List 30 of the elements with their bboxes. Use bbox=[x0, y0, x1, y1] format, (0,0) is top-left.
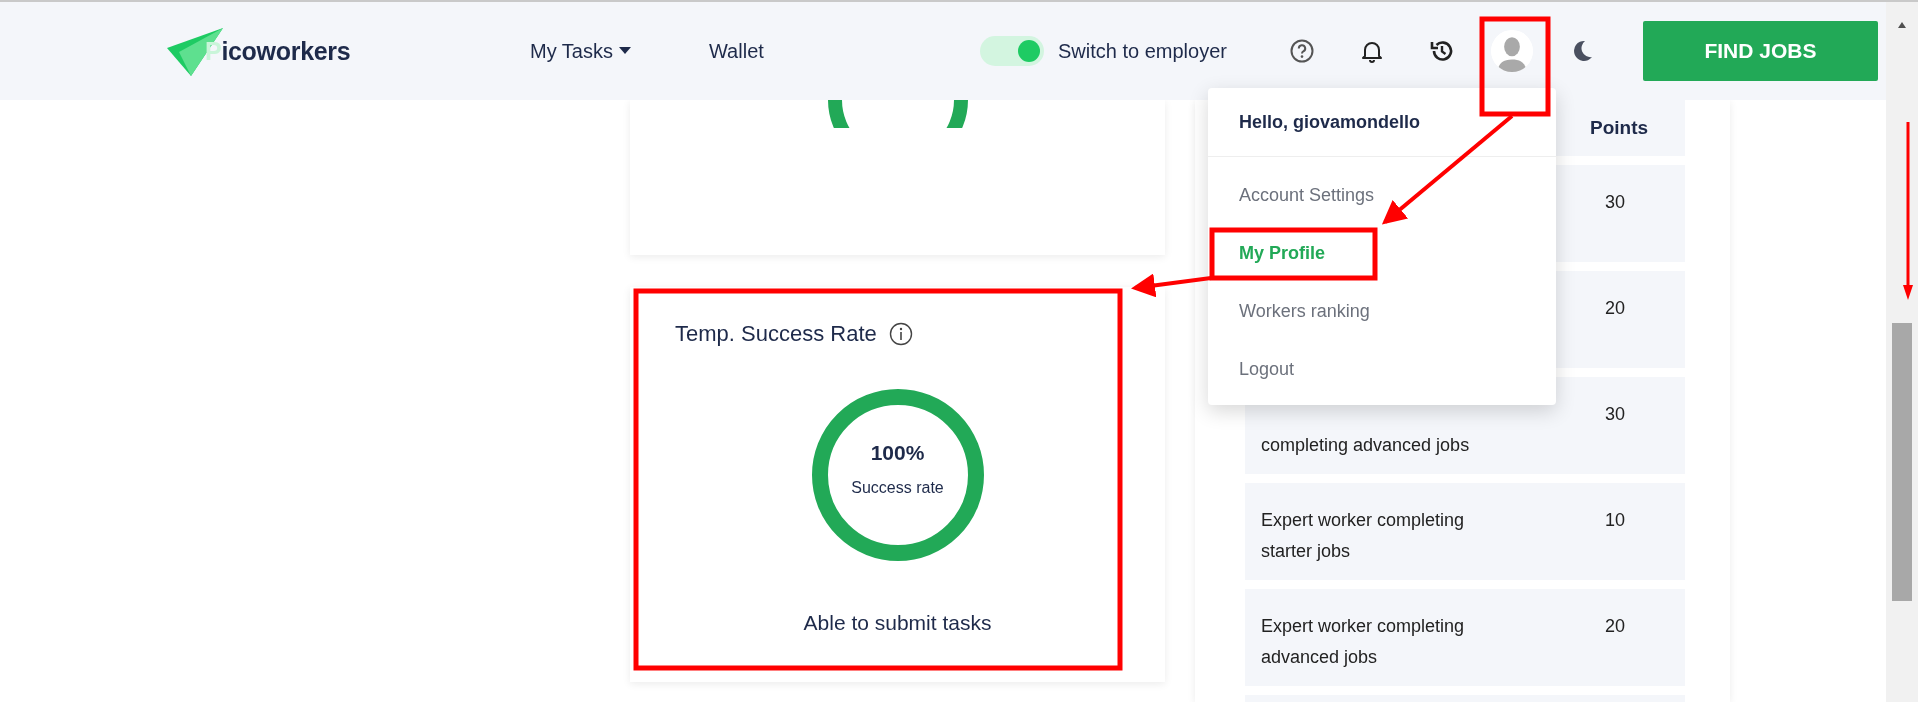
success-caption: Success rate bbox=[851, 479, 944, 497]
history-icon[interactable] bbox=[1428, 38, 1455, 64]
table-cell: 20 bbox=[1605, 616, 1626, 636]
nav-link[interactable]: Wallet bbox=[709, 39, 764, 63]
scroll-up-icon[interactable] bbox=[1898, 22, 1906, 28]
table-cell-text: Expert worker completing advanced jobs bbox=[1261, 615, 1466, 669]
menu-item[interactable]: My Profile bbox=[1208, 224, 1556, 282]
greeting-text: Hello, giovamondello bbox=[1208, 88, 1556, 157]
success-value: 100% bbox=[870, 441, 925, 465]
find-jobs-button[interactable]: FIND JOBS bbox=[1642, 21, 1878, 81]
menu-item[interactable]: Account Settings bbox=[1208, 166, 1556, 224]
caret-icon[interactable] bbox=[619, 47, 631, 55]
logo-text: Picoworkers bbox=[205, 36, 351, 66]
table-cell: 30 bbox=[1605, 192, 1626, 212]
nav-link[interactable]: My Tasks bbox=[530, 39, 631, 63]
toggle-switch[interactable] bbox=[980, 36, 1044, 66]
menu-item[interactable]: Logout bbox=[1208, 340, 1556, 398]
table-cell: 20 bbox=[1605, 298, 1626, 318]
table-cell: 30 bbox=[1605, 404, 1626, 424]
scrollbar-thumb[interactable] bbox=[1892, 323, 1912, 601]
info-icon[interactable] bbox=[888, 322, 913, 346]
help-icon[interactable] bbox=[1288, 38, 1315, 64]
menu-item[interactable]: Workers ranking bbox=[1208, 282, 1556, 340]
table-cell: 10 bbox=[1605, 510, 1626, 530]
card-title: Temp. Success Rate bbox=[675, 321, 877, 347]
toggle-label: Switch to employer bbox=[1058, 39, 1227, 63]
status-text: Able to submit tasks bbox=[803, 611, 992, 635]
column-header: Points bbox=[1590, 117, 1649, 139]
table-cell-text: Expert worker completing starter jobs bbox=[1261, 509, 1466, 563]
table-cell-text: completing advanced jobs bbox=[1261, 434, 1471, 457]
